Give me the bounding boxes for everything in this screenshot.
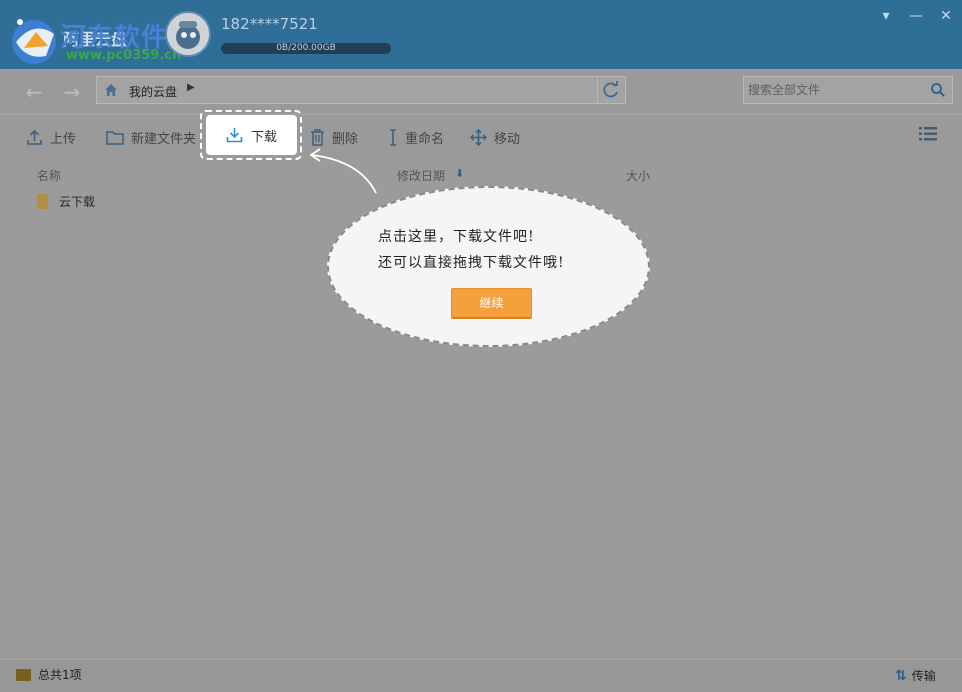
guide-text-line2: 还可以直接拖拽下载文件哦!: [378, 255, 565, 271]
watermark-url: www.pc0359.cn: [66, 48, 182, 63]
folder-icon: [37, 193, 48, 209]
close-icon[interactable]: ✕: [934, 6, 958, 26]
menu-dropdown-icon[interactable]: ▾: [874, 6, 898, 26]
move-button[interactable]: 移动: [470, 127, 520, 147]
refresh-icon: [603, 81, 618, 98]
breadcrumb-caret-icon[interactable]: ▶: [187, 82, 195, 93]
transfer-button[interactable]: ⇅ 传输: [895, 667, 936, 684]
transfer-arrows-icon: ⇅: [895, 667, 907, 684]
sort-descending-icon[interactable]: ⬇: [455, 167, 464, 180]
pointer-arrow-icon: [309, 148, 377, 194]
transfer-label: 传输: [911, 669, 936, 683]
home-icon[interactable]: [103, 82, 119, 98]
download-icon: [226, 128, 243, 143]
list-item[interactable]: 云下载: [37, 192, 95, 210]
download-button[interactable]: 下载: [206, 115, 297, 155]
text-cursor-icon: [390, 128, 396, 146]
refresh-button[interactable]: [597, 77, 625, 103]
column-header-size[interactable]: 大小: [626, 167, 650, 184]
upload-icon: [27, 129, 42, 145]
upload-label: 上传: [50, 131, 77, 147]
delete-label: 删除: [332, 131, 359, 147]
quota-text: 0B/200.00GB: [276, 43, 336, 53]
new-folder-label: 新建文件夹: [131, 131, 197, 147]
folder-outline-icon: [106, 130, 124, 145]
new-folder-button[interactable]: 新建文件夹: [106, 127, 196, 147]
breadcrumb-current[interactable]: 我的云盘: [129, 83, 177, 100]
avatar-image-icon: [167, 13, 209, 55]
avatar[interactable]: [165, 11, 211, 57]
file-name: 云下载: [59, 194, 96, 209]
move-arrows-icon: [470, 128, 487, 146]
username[interactable]: 182****7521: [221, 15, 318, 33]
back-arrow-icon[interactable]: ←: [22, 80, 46, 104]
address-bar[interactable]: 我的云盘 ▶: [96, 76, 626, 104]
forward-arrow-icon[interactable]: →: [60, 80, 84, 104]
app-logo-icon: [12, 19, 56, 64]
rename-button[interactable]: 重命名: [388, 127, 444, 147]
trash-icon: [311, 128, 324, 146]
search-box[interactable]: [743, 76, 953, 104]
item-count-label: 总共1项: [38, 668, 82, 682]
minimize-icon[interactable]: —: [904, 6, 928, 26]
column-header-name[interactable]: 名称: [37, 167, 61, 184]
upload-button[interactable]: 上传: [26, 127, 76, 147]
item-count: 总共1项: [16, 666, 82, 683]
folder-icon: [16, 668, 31, 681]
search-icon[interactable]: [930, 82, 946, 98]
download-label: 下载: [250, 129, 277, 145]
rename-label: 重命名: [405, 131, 445, 147]
list-view-icon[interactable]: [918, 125, 938, 143]
status-bar: [0, 659, 962, 692]
guide-text-line1: 点击这里，下载文件吧!: [378, 229, 535, 245]
search-input[interactable]: [748, 81, 928, 99]
continue-button[interactable]: 继续: [451, 288, 532, 319]
delete-button[interactable]: 删除: [310, 127, 358, 147]
move-label: 移动: [494, 131, 521, 147]
column-header-modified[interactable]: 修改日期: [397, 167, 445, 184]
